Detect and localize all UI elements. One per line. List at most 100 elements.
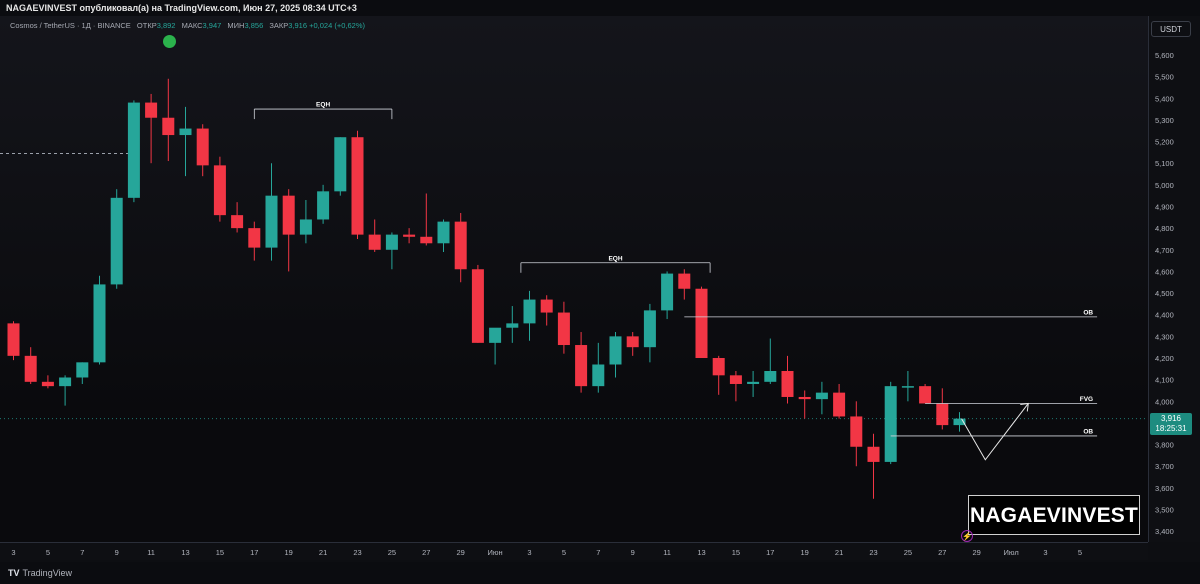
candle-body bbox=[936, 403, 949, 426]
time-tick-label: 19 bbox=[285, 548, 293, 557]
time-tick-label: 13 bbox=[697, 548, 705, 557]
candle-body bbox=[540, 299, 553, 313]
price-tick-label: 3,600 bbox=[1155, 484, 1174, 493]
time-tick-label: 23 bbox=[869, 548, 877, 557]
candle-body bbox=[162, 117, 175, 136]
time-tick-label: Июн bbox=[488, 548, 503, 557]
candle-body bbox=[231, 215, 244, 229]
price-tick-label: 4,100 bbox=[1155, 376, 1174, 385]
time-tick-label: 13 bbox=[181, 548, 189, 557]
price-tick-label: 5,100 bbox=[1155, 159, 1174, 168]
candle-body bbox=[712, 358, 725, 376]
time-axis[interactable]: 3 5 7 9 11 13 15 17 19 21 23 25 27 29 Июн 3 5 7 9 11 13 15 17 1… bbox=[0, 542, 1148, 560]
price-axis[interactable]: 5,600 5,500 5,400 5,300 5,200 5,100 5,000 4,900… bbox=[1148, 16, 1200, 542]
symbol-name[interactable]: Cosmos / TetherUS · 1Д · BINANCE bbox=[10, 21, 131, 30]
price-tick-label: 5,000 bbox=[1155, 181, 1174, 190]
price-tick-label: 3,400 bbox=[1155, 527, 1174, 536]
time-tick-label: 15 bbox=[216, 548, 224, 557]
price-tick-label: 4,800 bbox=[1155, 224, 1174, 233]
candle-body bbox=[265, 195, 278, 248]
market-status-dot[interactable] bbox=[163, 35, 176, 48]
time-tick-label: Июл bbox=[1003, 548, 1018, 557]
candle-body bbox=[850, 416, 863, 447]
time-tick-label: 5 bbox=[1078, 548, 1082, 557]
low-label: МИН bbox=[227, 21, 245, 30]
high-value: 3,947 bbox=[202, 21, 222, 30]
candle-body bbox=[678, 273, 691, 289]
time-tick-label: 25 bbox=[388, 548, 396, 557]
candle-body bbox=[7, 323, 20, 356]
price-tick-label: 5,500 bbox=[1155, 73, 1174, 82]
candle-body bbox=[41, 381, 54, 387]
candle-body bbox=[213, 165, 226, 216]
price-axis-labels: 5,600 5,500 5,400 5,300 5,200 5,100 5,000 4,900… bbox=[1155, 51, 1174, 536]
price-tick-label: 4,000 bbox=[1155, 397, 1174, 406]
candle-body bbox=[815, 392, 828, 400]
annotation-label: EQH bbox=[316, 102, 330, 109]
price-tick-label: 4,900 bbox=[1155, 202, 1174, 211]
candle-body bbox=[351, 137, 364, 235]
currency-button[interactable]: USDT bbox=[1151, 21, 1191, 37]
price-tick-label: 3,500 bbox=[1155, 506, 1174, 515]
candle-body bbox=[145, 102, 158, 118]
flash-icon[interactable]: ⚡ bbox=[961, 530, 973, 542]
time-tick-label: 7 bbox=[596, 548, 600, 557]
candle-body bbox=[127, 102, 140, 198]
time-tick-label: 27 bbox=[938, 548, 946, 557]
price-tick-label: 5,300 bbox=[1155, 116, 1174, 125]
price-tick-label: 4,700 bbox=[1155, 246, 1174, 255]
change-value: +0,024 (+0,62%) bbox=[309, 21, 365, 30]
time-tick-label: 23 bbox=[353, 548, 361, 557]
candle-body bbox=[833, 392, 846, 417]
candle-body bbox=[695, 288, 708, 359]
candle-body bbox=[179, 128, 192, 136]
time-tick-label: 11 bbox=[147, 548, 155, 557]
footer-bar bbox=[0, 562, 1200, 584]
candle-body bbox=[59, 377, 72, 387]
time-tick-label: 25 bbox=[904, 548, 912, 557]
tradingview-brand: TradingView bbox=[22, 568, 73, 578]
candle-body bbox=[919, 386, 932, 404]
candle-body bbox=[93, 284, 106, 363]
candle-body bbox=[196, 128, 209, 166]
candle-body bbox=[661, 273, 674, 311]
time-axis-labels: 3 5 7 9 11 13 15 17 19 21 23 25 27 29 Июн 3 5 7 9 11 13 15 17 1… bbox=[11, 548, 1082, 557]
candle-body bbox=[747, 381, 760, 384]
projection-path bbox=[961, 403, 1029, 461]
time-tick-label: 21 bbox=[319, 548, 327, 557]
candle-body bbox=[76, 362, 89, 378]
time-tick-label: 11 bbox=[663, 548, 671, 557]
candle-body bbox=[506, 323, 519, 328]
tradingview-logo[interactable]: TV TradingView bbox=[8, 568, 72, 578]
candle-body bbox=[643, 310, 656, 348]
publish-header: NAGAEVINVEST опубликовал(а) на TradingVi… bbox=[0, 0, 1200, 16]
time-tick-label: 3 bbox=[11, 548, 15, 557]
candlestick-chart[interactable]: EQH EQH OB FVG OB bbox=[0, 16, 1148, 542]
annotation-label: FVG bbox=[1080, 396, 1093, 403]
annotation-label: OB bbox=[1083, 428, 1093, 435]
time-tick-label: 7 bbox=[80, 548, 84, 557]
bar-countdown: 18:25:31 bbox=[1155, 424, 1187, 433]
price-tick-label: 5,200 bbox=[1155, 138, 1174, 147]
candle-body bbox=[437, 221, 450, 244]
candle-body bbox=[781, 370, 794, 397]
chart-pane[interactable]: EQH EQH OB FVG OB bbox=[0, 16, 1148, 542]
close-label: ЗАКР bbox=[269, 21, 289, 30]
candle-body bbox=[729, 375, 742, 384]
open-label: ОТКР bbox=[136, 21, 157, 30]
candle-body bbox=[884, 386, 897, 462]
candle-body bbox=[282, 195, 295, 235]
candle-body bbox=[557, 312, 570, 346]
price-tick-label: 3,800 bbox=[1155, 441, 1174, 450]
candle-body bbox=[609, 336, 622, 365]
time-tick-label: 3 bbox=[527, 548, 531, 557]
candle-body bbox=[317, 191, 330, 220]
candle-body bbox=[798, 396, 811, 400]
candle-body bbox=[867, 446, 880, 462]
candle-body bbox=[471, 269, 484, 343]
time-tick-label: 21 bbox=[835, 548, 843, 557]
price-tick-label: 5,400 bbox=[1155, 94, 1174, 103]
candle-body bbox=[385, 234, 398, 250]
price-tick-label: 4,600 bbox=[1155, 267, 1174, 276]
author-watermark: NAGAEVINVEST bbox=[968, 495, 1140, 535]
